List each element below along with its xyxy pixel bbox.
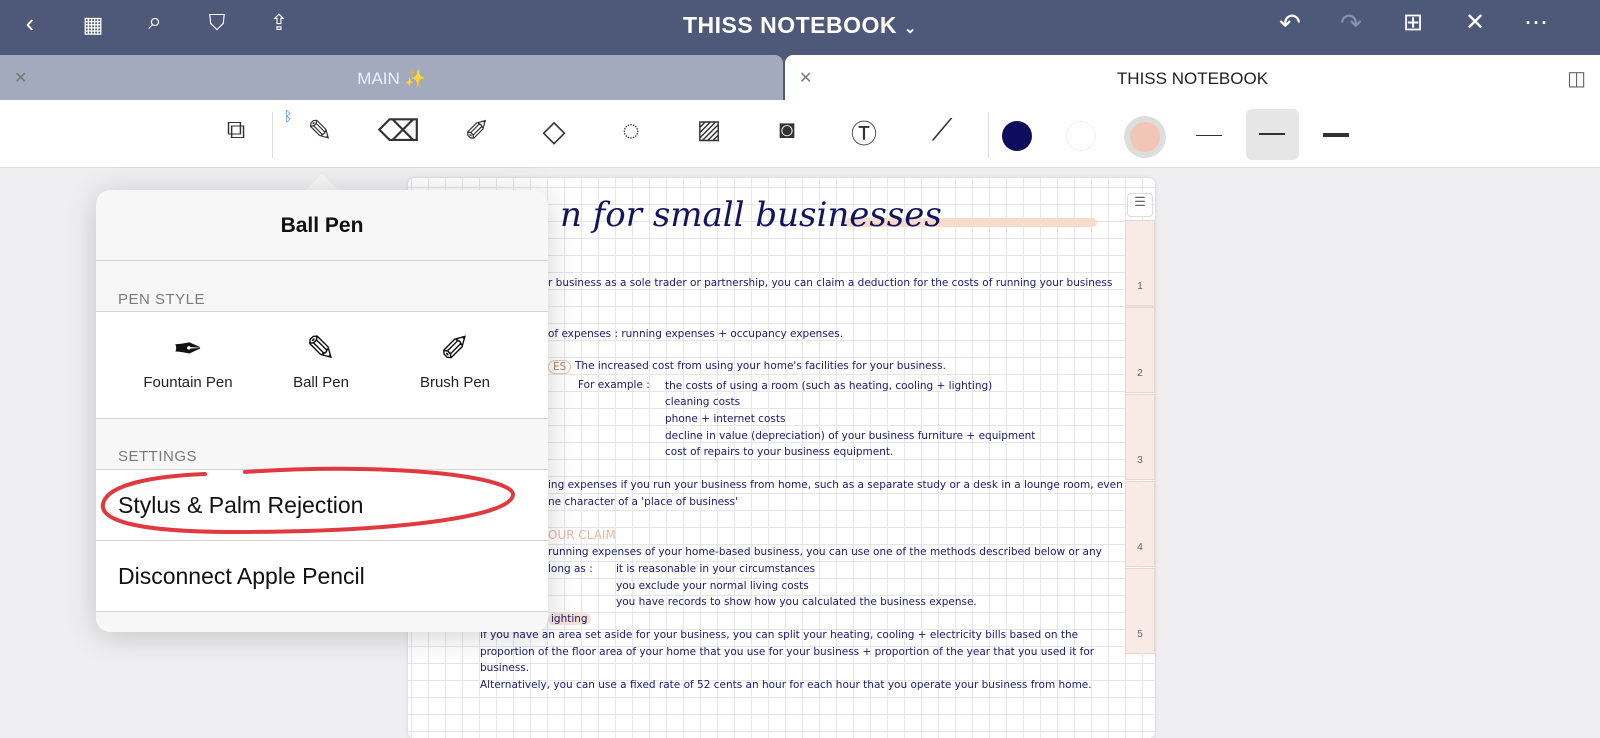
- note-line: ing expenses if you run your business fr…: [548, 479, 1123, 491]
- pen-style-header: PEN STYLE: [118, 291, 206, 308]
- add-page-icon[interactable]: ⊞: [1395, 8, 1431, 37]
- close-tab-icon[interactable]: ✕: [14, 55, 27, 103]
- pen-icon[interactable]: ✎: [298, 114, 342, 149]
- stroke-thick[interactable]: [1323, 133, 1349, 137]
- note-label: ES: [548, 360, 572, 374]
- shapes-icon[interactable]: ◇: [532, 114, 576, 149]
- popover-arrow: [305, 174, 339, 191]
- color-swatch-peach-selected[interactable]: [1124, 116, 1166, 158]
- pen-style-ball[interactable]: ✎ Ball Pen: [256, 328, 386, 391]
- disconnect-apple-pencil-row[interactable]: Disconnect Apple Pencil: [96, 541, 548, 611]
- note-line: The increased cost from using your home'…: [575, 360, 946, 372]
- highlighter-icon[interactable]: ✐: [455, 114, 499, 149]
- page-heading: n for small businesses: [560, 195, 942, 235]
- note-subheading: OUR CLAIM: [548, 528, 616, 542]
- brush-pen-icon: ✐: [439, 328, 471, 369]
- tab-label: THISS NOTEBOOK: [1116, 69, 1269, 88]
- lasso-icon[interactable]: ◌: [609, 114, 653, 148]
- note-line: For example :: [578, 379, 650, 391]
- page-tab[interactable]: 5: [1125, 568, 1155, 654]
- red-circle-annotation: [100, 466, 515, 535]
- page-tab-label: 5: [1137, 629, 1143, 640]
- note-line: phone + internet costs: [665, 413, 786, 425]
- divider: [96, 611, 548, 612]
- note-line: running expenses of your home-based busi…: [548, 546, 1102, 558]
- page-tab-label: 4: [1137, 542, 1143, 553]
- divider: [96, 260, 548, 261]
- note-line: cleaning costs: [665, 396, 741, 408]
- note-line: Alternatively, you can use a fixed rate …: [480, 679, 1092, 691]
- stroke-thin[interactable]: [1196, 135, 1222, 136]
- note-line: business.: [480, 662, 530, 674]
- read-only-icon[interactable]: ⧉: [214, 114, 258, 146]
- stroke-medium-selected[interactable]: [1246, 109, 1299, 160]
- top-bar: ‹ ▦ ⌕ ⛉ ⇪ THISS NOTEBOOK ⌄ ↶ ↷ ⊞ ✕ ⋯: [0, 0, 1600, 55]
- close-edit-icon[interactable]: ✕: [1457, 8, 1493, 37]
- redo-icon[interactable]: ↷: [1333, 8, 1369, 39]
- color-swatch-white[interactable]: [1066, 121, 1096, 151]
- page-tab-label: 1: [1137, 281, 1143, 292]
- color-swatch-navy[interactable]: [1002, 121, 1032, 151]
- note-subheading: ighting: [548, 613, 591, 625]
- eraser-icon[interactable]: ⌫: [377, 114, 421, 149]
- note-line: decline in value (depreciation) of your …: [665, 430, 1036, 442]
- divider: [272, 112, 273, 158]
- chevron-down-icon: ⌄: [903, 20, 917, 37]
- page-tab-label: 3: [1137, 455, 1143, 466]
- divider: [96, 418, 548, 419]
- note-line: proportion of the floor area of your hom…: [480, 646, 1095, 658]
- note-line: the costs of using a room (such as heati…: [665, 380, 993, 392]
- title-text: THISS NOTEBOOK: [683, 12, 898, 38]
- camera-icon[interactable]: ◙: [765, 114, 809, 145]
- ball-pen-icon: ✎: [305, 328, 337, 369]
- tab-thiss-notebook[interactable]: ✕ THISS NOTEBOOK ◫: [785, 55, 1600, 100]
- row-label: Disconnect Apple Pencil: [118, 563, 365, 589]
- tab-main[interactable]: ✕ MAIN ✨: [0, 55, 783, 100]
- note-line: long as :: [548, 563, 593, 575]
- note-line: it is reasonable in your circumstances: [616, 563, 816, 575]
- divider: [988, 112, 989, 158]
- note-line: If you have an area set aside for your b…: [480, 629, 1079, 641]
- note-line: ne character of a 'place of business': [548, 496, 738, 508]
- popover-title: Ball Pen: [280, 214, 364, 237]
- pen-style-label: Brush Pen: [419, 374, 491, 391]
- pen-settings-popover: Ball Pen PEN STYLE ✒ Fountain Pen ✎ Ball P…: [96, 190, 548, 632]
- laser-pointer-icon[interactable]: ⟋: [920, 114, 964, 148]
- image-icon[interactable]: ▨: [687, 114, 731, 145]
- note-line: you exclude your normal living costs: [616, 580, 809, 592]
- tab-bar: ✕ MAIN ✨ ✕ THISS NOTEBOOK ◫: [0, 55, 1600, 100]
- page-tab-label: 2: [1137, 368, 1143, 379]
- split-view-icon[interactable]: ◫: [1567, 55, 1586, 103]
- page-tab[interactable]: 2: [1125, 307, 1155, 393]
- fountain-pen-icon: ✒: [172, 328, 204, 369]
- page-tabs: 1 2 3 4 5: [1125, 190, 1155, 730]
- note-line: cost of repairs to your business equipme…: [665, 446, 894, 458]
- text-icon[interactable]: Ⓣ: [842, 114, 886, 151]
- page-tab[interactable]: 4: [1125, 481, 1155, 567]
- note-line: of expenses : running expenses + occupan…: [548, 328, 844, 340]
- pen-style-options: ✒ Fountain Pen ✎ Ball Pen ✐ Brush Pen: [96, 312, 548, 418]
- more-icon[interactable]: ⋯: [1518, 8, 1554, 37]
- pen-style-fountain[interactable]: ✒ Fountain Pen: [123, 328, 253, 391]
- pen-style-brush[interactable]: ✐ Brush Pen: [390, 328, 520, 391]
- page-tab[interactable]: 1: [1125, 220, 1155, 306]
- bluetooth-icon: ᛒ: [284, 108, 293, 124]
- pen-style-label: Ball Pen: [293, 374, 349, 391]
- tab-label: MAIN ✨: [357, 69, 426, 88]
- undo-icon[interactable]: ↶: [1272, 8, 1308, 39]
- tool-bar: ⧉ ᛒ ✎ ⌫ ✐ ◇ ◌ ▨ ◙ Ⓣ ⟋: [0, 100, 1600, 168]
- close-tab-icon[interactable]: ✕: [799, 55, 812, 103]
- note-line: r business as a sole trader or partnersh…: [548, 277, 1113, 289]
- note-line: you have records to show how you calcula…: [616, 596, 977, 608]
- page-tab[interactable]: 3: [1125, 394, 1155, 480]
- pen-style-label: Fountain Pen: [143, 374, 233, 391]
